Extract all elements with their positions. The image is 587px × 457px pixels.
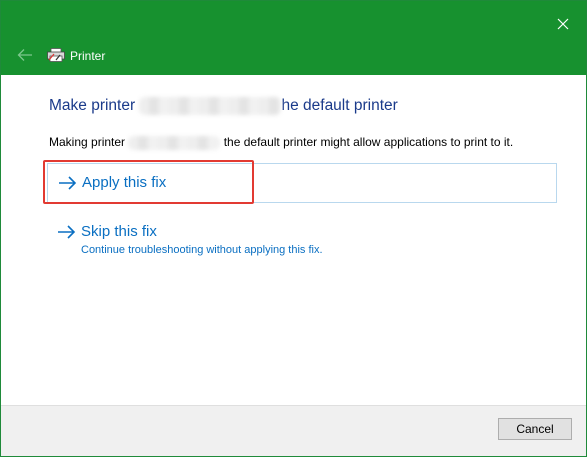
footer-bar: Cancel: [1, 405, 586, 456]
cancel-button[interactable]: Cancel: [498, 418, 572, 440]
close-button[interactable]: [552, 13, 574, 35]
back-arrow-icon: [17, 49, 32, 61]
skip-fix-description: Continue troubleshooting without applyin…: [81, 244, 323, 256]
description-suffix: the default printer might allow applicat…: [223, 135, 514, 149]
redacted-printer-name: [139, 96, 282, 115]
apply-fix-label: Apply this fix: [82, 174, 167, 191]
page-heading: Make printer he default printer: [49, 95, 398, 117]
back-button[interactable]: [15, 46, 35, 64]
content-area: Make printer he default printer Making p…: [1, 75, 586, 405]
skip-fix-option[interactable]: Skip this fix Continue troubleshooting w…: [47, 217, 427, 259]
redacted-printer-name: [128, 135, 221, 150]
arrow-right-icon: [58, 225, 76, 239]
apply-fix-option[interactable]: Apply this fix: [47, 163, 557, 203]
description-prefix: Making printer: [49, 135, 126, 149]
arrow-right-icon: [59, 176, 77, 190]
page-description: Making printer the default printer might…: [49, 133, 513, 151]
window-title: Printer: [70, 49, 106, 63]
skip-fix-label: Skip this fix: [81, 223, 157, 240]
heading-suffix: he default printer: [281, 97, 398, 114]
printer-icon: [47, 48, 65, 62]
close-icon: [557, 18, 569, 30]
heading-prefix: Make printer: [49, 97, 136, 114]
troubleshooter-window: Printer Make printer he default printer …: [0, 0, 587, 457]
title-bar: Printer: [1, 1, 586, 75]
